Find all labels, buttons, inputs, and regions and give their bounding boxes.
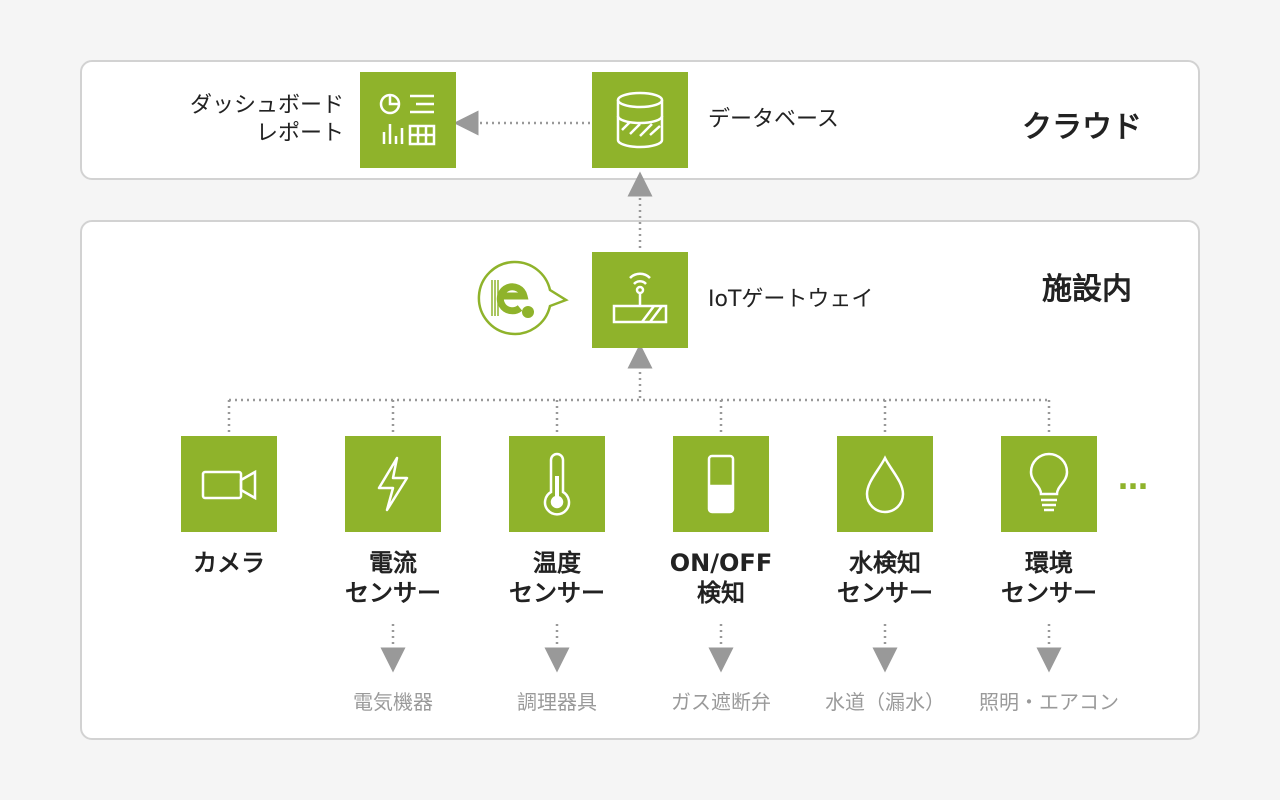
dashboard-icon-box [360,72,456,168]
thermometer-icon [543,452,571,516]
sensor-label-water: 水検知 センサー [810,548,960,608]
lightbulb-icon-box [1001,436,1097,532]
sensor-label-environment: 環境 センサー [974,548,1124,608]
database-icon-box [592,72,688,168]
switch-icon-box [673,436,769,532]
more-indicator: … [1118,462,1148,497]
sensor-label-current: 電流 センサー [318,548,468,608]
dashboard-label-line2: レポート [255,121,344,146]
sensor-label-temperature: 温度 センサー [482,548,632,608]
gateway-label: IoTゲートウェイ [708,287,874,312]
sensor-environment-line1: 環境 [1025,549,1073,577]
sensor-environment-line2: センサー [1001,579,1097,607]
sensor-camera-line1: カメラ [193,549,265,577]
water-drop-icon-box [837,436,933,532]
sensor-onoff-line2: 検知 [697,579,745,607]
database-icon [616,91,664,149]
target-cooking: 調理器具 [517,690,597,714]
lightning-icon-box [345,436,441,532]
sensor-temperature-line2: センサー [509,579,605,607]
router-icon [612,272,668,324]
sensor-water-line2: センサー [837,579,933,607]
lightbulb-icon [1029,452,1069,512]
sensor-temperature-line1: 温度 [533,549,581,577]
camera-icon-box [181,436,277,532]
dashboard-icon [379,93,436,146]
lightning-icon [377,456,409,512]
target-electrical: 電気機器 [353,690,433,714]
sensor-current-line2: センサー [345,579,441,607]
target-water: 水道（漏水） [825,690,945,714]
thermometer-icon-box [509,436,605,532]
camera-icon [201,469,257,501]
gateway-icon-box [592,252,688,348]
e-logo [477,260,569,336]
sensor-water-line1: 水検知 [849,549,921,577]
sensor-current-line1: 電流 [369,549,417,577]
sensor-label-camera: カメラ [154,548,304,578]
sensor-label-onoff: ON/OFF 検知 [646,548,796,608]
sensor-onoff-line1: ON/OFF [669,549,773,577]
switch-icon [707,454,735,514]
dashboard-label: ダッシュボード レポート [160,92,344,148]
dashboard-label-line1: ダッシュボード [189,93,344,118]
target-gas-valve: ガス遮断弁 [671,690,771,714]
target-lighting-ac: 照明・エアコン [979,690,1119,714]
water-drop-icon [865,455,905,514]
database-label: データベース [708,107,839,132]
